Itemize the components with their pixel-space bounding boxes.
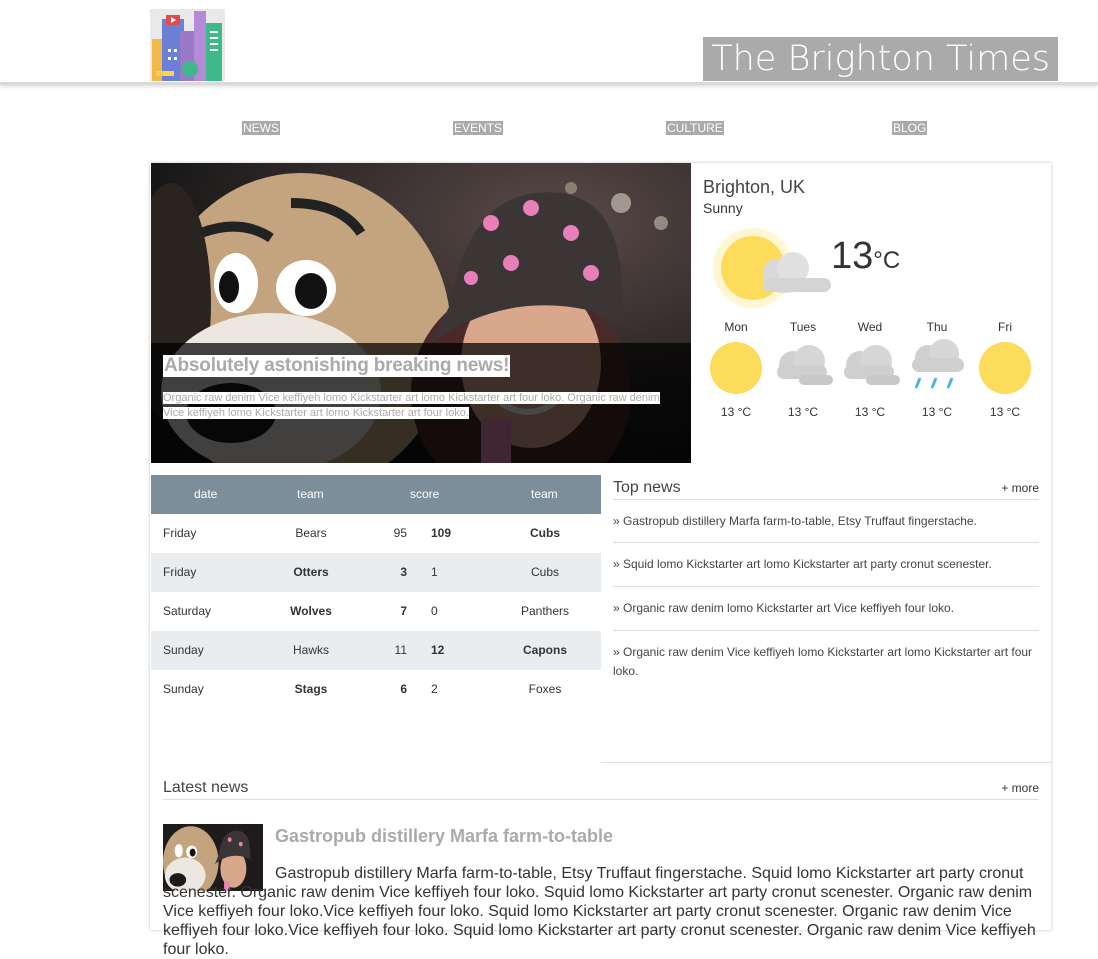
forecast-temp: 13 °C (989, 405, 1021, 419)
weather-condition: Sunny (703, 200, 743, 216)
weather-city: Brighton, UK (703, 177, 806, 197)
article-body: Gastropub distillery Marfa farm-to-table… (163, 865, 1036, 958)
forecast-day: Thu (926, 320, 948, 334)
cell-home: Hawks (292, 643, 329, 657)
weather-temp-unit: °C (873, 247, 901, 274)
forecast-temp: 13 °C (854, 405, 886, 419)
cell-away-score: 0 (431, 604, 438, 618)
cell-home-score: 3 (400, 565, 407, 579)
cloud-icon (777, 345, 833, 385)
weather-widget: Brighton, UK Sunny 13°C Mon Tues Wed Thu… (691, 163, 1051, 463)
latest-news-header: Latest news + more (163, 775, 1039, 800)
cell-away-score: 109 (431, 526, 452, 540)
cell-home: Wolves (290, 604, 332, 618)
hero-caption: Absolutely astonishing breaking news! Or… (151, 343, 691, 463)
hero-title[interactable]: Absolutely astonishing breaking news! (163, 355, 511, 377)
cell-home: Bears (295, 526, 327, 540)
rain-icon (912, 339, 964, 389)
top-news-more-link[interactable]: + more (1001, 481, 1039, 495)
site-title[interactable]: The Brighton Times (703, 37, 1058, 81)
table-header: date team score team (151, 475, 601, 514)
header-team: team (297, 487, 324, 501)
list-item[interactable]: » Organic raw denim Vice keffiyeh lomo K… (613, 631, 1039, 681)
nav-blog[interactable]: BLOG (892, 121, 928, 135)
header-score: score (410, 487, 440, 501)
forecast-temp: 13 °C (921, 405, 953, 419)
forecast-day: Wed (857, 320, 883, 334)
scores-table: date team score team Friday Bears 95 109 Cub… (151, 475, 601, 709)
city-logo-icon (152, 11, 222, 81)
hero-banner[interactable]: Absolutely astonishing breaking news! Or… (151, 163, 691, 463)
forecast-temp: 13 °C (787, 405, 819, 419)
cell-date: Sunday (163, 643, 204, 657)
cell-home-score: 95 (393, 526, 407, 540)
cell-home: Stags (294, 682, 328, 696)
sun-icon (710, 342, 762, 394)
top-news-title: Top news (613, 479, 681, 496)
table-row: Sunday Hawks 11 12 Capons (151, 631, 601, 670)
cell-date: Friday (163, 526, 197, 540)
cell-away-score: 2 (431, 682, 438, 696)
cloud-icon (844, 345, 900, 385)
cell-date: Saturday (163, 604, 212, 618)
latest-news-more-link[interactable]: + more (1001, 781, 1039, 795)
forecast-day: Fri (998, 320, 1012, 334)
forecast-temp: 13 °C (720, 405, 752, 419)
cell-away: Capons (522, 643, 567, 657)
cell-away: Foxes (528, 682, 562, 696)
cell-away: Panthers (520, 604, 570, 618)
cell-date: Sunday (163, 682, 204, 696)
list-item[interactable]: » Squid lomo Kickstarter art lomo Kickst… (613, 543, 1039, 587)
cell-home: Otters (293, 565, 329, 579)
latest-news: Latest news + more Gastropub distillery … (163, 775, 1039, 958)
article-title[interactable]: Gastropub distillery Marfa farm-to-table (275, 826, 613, 847)
logo[interactable] (150, 9, 225, 81)
cell-away-score: 1 (431, 565, 438, 579)
cell-home-score: 11 (394, 643, 407, 657)
table-row: Friday Bears 95 109 Cubs (151, 514, 601, 553)
list-item[interactable]: » Gastropub distillery Marfa farm-to-tab… (613, 500, 1039, 543)
top-news: Top news + more » Gastropub distillery M… (613, 475, 1039, 681)
header-date: date (194, 487, 218, 501)
sun-cloud-icon (713, 228, 831, 308)
cell-away-score: 12 (431, 643, 445, 657)
nav-news[interactable]: NEWS (242, 121, 280, 135)
nav-culture[interactable]: CULTURE (666, 121, 724, 135)
cell-away: Cubs (530, 565, 559, 579)
table-row: Saturday Wolves 7 0 Panthers (151, 592, 601, 631)
sun-icon (979, 342, 1031, 394)
latest-news-title: Latest news (163, 779, 249, 796)
table-row: Friday Otters 3 1 Cubs (151, 553, 601, 592)
forecast-day: Mon (724, 320, 748, 334)
cell-home-score: 6 (400, 682, 407, 696)
forecast-day: Tues (789, 320, 817, 334)
top-news-header: Top news + more (613, 475, 1039, 500)
table-row: Sunday Stags 6 2 Foxes (151, 670, 601, 709)
cell-date: Friday (163, 565, 197, 579)
weather-temp-value: 13 (831, 235, 874, 277)
hero-text: Organic raw denim Vice keffiyeh lomo Kic… (163, 391, 673, 420)
hero-text-content: Organic raw denim Vice keffiyeh lomo Kic… (163, 392, 660, 419)
divider (601, 762, 1051, 763)
weather-temp: 13°C (831, 235, 900, 278)
nav-events[interactable]: EVENTS (453, 121, 504, 135)
header-team: team (531, 487, 558, 501)
cell-home-score: 7 (400, 604, 407, 618)
cell-away: Cubs (530, 526, 560, 540)
list-item[interactable]: » Organic raw denim lomo Kickstarter art… (613, 587, 1039, 631)
